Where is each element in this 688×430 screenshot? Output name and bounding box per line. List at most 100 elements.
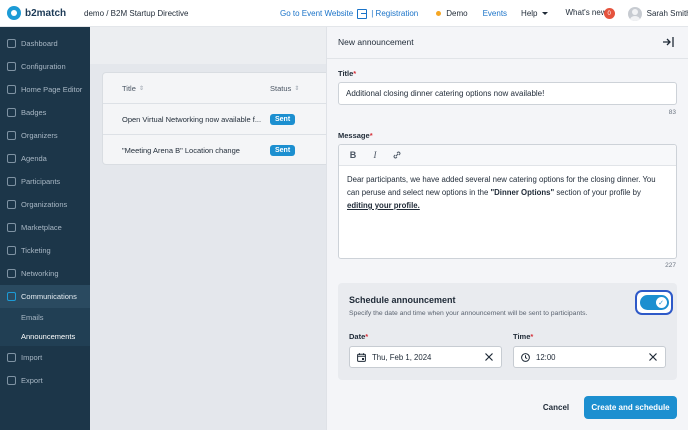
title-input[interactable] bbox=[338, 82, 677, 105]
sidebar-item-label: Organizers bbox=[21, 131, 58, 140]
row-status: Sent bbox=[270, 104, 296, 135]
message-char-count: 227 bbox=[665, 262, 676, 269]
event-breadcrumb[interactable]: demo / B2M Startup Directive bbox=[84, 9, 188, 18]
b2match-logo-icon bbox=[7, 6, 21, 20]
ticketing-icon bbox=[7, 246, 16, 255]
whats-new-label: What's new bbox=[565, 7, 607, 17]
row-title: "Meeting Arena B" Location change bbox=[122, 146, 240, 155]
help-menu[interactable]: Help bbox=[521, 9, 548, 18]
sidebar-item-export[interactable]: Export bbox=[0, 369, 90, 392]
title-char-count: 83 bbox=[668, 109, 676, 116]
sidebar-item-label: Import bbox=[21, 353, 43, 362]
import-icon bbox=[7, 353, 16, 362]
calendar-icon bbox=[357, 352, 366, 362]
required-mark: * bbox=[353, 69, 357, 78]
content-header bbox=[90, 27, 326, 64]
organizations-icon bbox=[7, 200, 16, 209]
sidebar-item-label: Configuration bbox=[21, 62, 66, 71]
badges-icon bbox=[7, 108, 16, 117]
collapse-panel-icon[interactable] bbox=[662, 36, 674, 48]
organizers-icon bbox=[7, 131, 16, 140]
sidebar-item-badges[interactable]: Badges bbox=[0, 101, 90, 124]
status-badge: Sent bbox=[270, 114, 296, 125]
sidebar-item-label: Badges bbox=[21, 108, 47, 117]
sidebar-item-organizers[interactable]: Organizers bbox=[0, 124, 90, 147]
sidebar-item-import[interactable]: Import bbox=[0, 346, 90, 369]
announcements-list-area: Title ⇕ Status ⇕ Open Virtual Networking n… bbox=[90, 27, 353, 430]
sidebar-item-participants[interactable]: Participants bbox=[0, 170, 90, 193]
user-menu[interactable]: Sarah Smith bbox=[647, 9, 688, 18]
sidebar-item-marketplace[interactable]: Marketplace bbox=[0, 216, 90, 239]
schedule-toggle-focus: ✓ bbox=[635, 290, 673, 315]
clear-time-icon[interactable] bbox=[648, 352, 658, 362]
logo[interactable]: b2match bbox=[0, 6, 78, 20]
sidebar-item-agenda[interactable]: Agenda bbox=[0, 147, 90, 170]
sidebar-item-organizations[interactable]: Organizations bbox=[0, 193, 90, 216]
registration-link[interactable]: | Registration bbox=[371, 9, 418, 18]
sidebar-item-configuration[interactable]: Configuration bbox=[0, 55, 90, 78]
table-row[interactable]: Open Virtual Networking now available f.… bbox=[103, 103, 353, 134]
sidebar-item-ticketing[interactable]: Ticketing bbox=[0, 239, 90, 262]
sidebar-item-label: Export bbox=[21, 376, 43, 385]
sidebar-item-dashboard[interactable]: Dashboard bbox=[0, 32, 90, 55]
required-mark: * bbox=[530, 332, 534, 341]
clock-icon bbox=[521, 352, 530, 362]
time-label-text: Time bbox=[513, 332, 531, 341]
sidebar-item-communications[interactable]: Communications bbox=[0, 285, 90, 308]
row-status: Sent bbox=[270, 135, 296, 166]
column-header-title[interactable]: Title ⇕ bbox=[122, 73, 144, 103]
date-value: Thu, Feb 1, 2024 bbox=[372, 352, 432, 362]
events-link[interactable]: Events bbox=[483, 9, 507, 18]
required-mark: * bbox=[365, 332, 369, 341]
schedule-toggle[interactable]: ✓ bbox=[639, 295, 669, 310]
sidebar-item-label: Agenda bbox=[21, 154, 47, 163]
user-name: Sarah Smith bbox=[646, 9, 688, 18]
schedule-title: Schedule announcement bbox=[349, 295, 456, 305]
table-row[interactable]: "Meeting Arena B" Location change Sent bbox=[103, 134, 353, 165]
demo-label[interactable]: Demo bbox=[446, 9, 467, 18]
schedule-description: Specify the date and time when your anno… bbox=[349, 310, 588, 317]
bold-icon[interactable]: B bbox=[347, 149, 359, 161]
message-link[interactable]: editing your profile. bbox=[347, 201, 420, 210]
title-label-text: Title bbox=[338, 69, 354, 78]
go-to-event-website-link[interactable]: Go to Event Website bbox=[280, 9, 353, 18]
sidebar-item-home-page-editor[interactable]: Home Page Editor bbox=[0, 78, 90, 101]
whats-new-button[interactable]: What's new0 bbox=[566, 8, 615, 20]
home-page-editor-icon bbox=[7, 85, 16, 94]
date-picker[interactable]: Thu, Feb 1, 2024 bbox=[349, 346, 502, 368]
italic-icon[interactable]: I bbox=[369, 149, 381, 161]
check-icon: ✓ bbox=[655, 297, 667, 308]
date-label-text: Date bbox=[349, 332, 366, 341]
participants-icon bbox=[7, 177, 16, 186]
sidebar-item-label: Ticketing bbox=[21, 246, 51, 255]
sidebar-subitem-emails[interactable]: Emails bbox=[0, 308, 90, 327]
clear-date-icon[interactable] bbox=[484, 352, 494, 362]
top-nav: Go to Event Website | Registration Demo … bbox=[280, 0, 688, 27]
cancel-button[interactable]: Cancel bbox=[535, 397, 577, 417]
announcements-table: Title ⇕ Status ⇕ Open Virtual Networking n… bbox=[102, 72, 353, 165]
status-badge: Sent bbox=[270, 145, 296, 156]
column-header-status[interactable]: Status ⇕ bbox=[270, 73, 299, 103]
communications-icon bbox=[7, 292, 16, 301]
avatar[interactable] bbox=[627, 6, 642, 21]
message-editor[interactable]: B I Dear participants, we have added sev… bbox=[338, 144, 677, 259]
sidebar-item-label: Marketplace bbox=[21, 223, 62, 232]
marketplace-icon bbox=[7, 223, 16, 232]
sidebar: Dashboard Configuration Home Page Editor… bbox=[0, 27, 90, 430]
networking-icon bbox=[7, 269, 16, 278]
sidebar-subitem-announcements[interactable]: Announcements bbox=[0, 327, 90, 346]
create-and-schedule-button[interactable]: Create and schedule bbox=[584, 396, 677, 419]
date-field-label: Date* bbox=[349, 332, 368, 341]
sidebar-item-label: Dashboard bbox=[21, 39, 58, 48]
sidebar-item-label: Organizations bbox=[21, 200, 68, 209]
message-text[interactable]: Dear participants, we have added several… bbox=[339, 166, 676, 219]
message-text-part: section of your profile by bbox=[554, 188, 641, 197]
link-icon[interactable] bbox=[391, 149, 403, 161]
sidebar-item-networking[interactable]: Networking bbox=[0, 262, 90, 285]
time-picker[interactable]: 12:00 bbox=[513, 346, 666, 368]
sort-icon: ⇕ bbox=[294, 85, 300, 92]
sidebar-item-label: Home Page Editor bbox=[21, 85, 83, 94]
title-field-label: Title* bbox=[338, 69, 356, 78]
demo-status-dot-icon bbox=[436, 11, 442, 16]
column-status-label: Status bbox=[270, 83, 292, 93]
